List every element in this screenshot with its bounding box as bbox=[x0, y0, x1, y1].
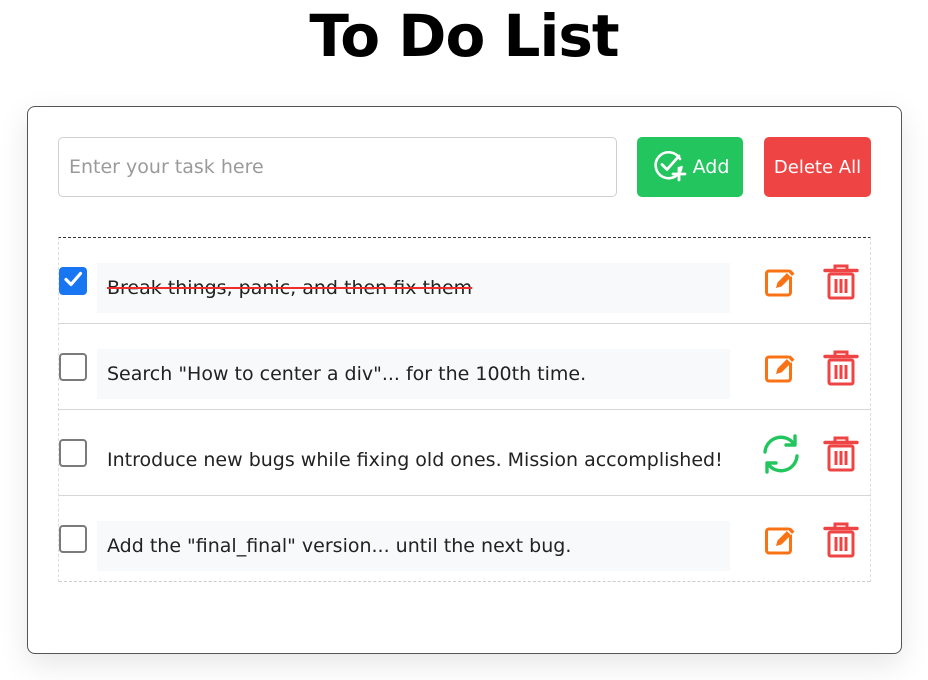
trash-icon bbox=[823, 435, 859, 477]
edit-task-button[interactable] bbox=[759, 348, 803, 392]
task-text: Break things, panic, and then fix them bbox=[97, 263, 730, 313]
task-row: Add the "final_final" version... until t… bbox=[59, 496, 870, 582]
add-task-icon bbox=[651, 147, 687, 188]
task-text: Introduce new bugs while fixing old ones… bbox=[107, 449, 723, 471]
edit-task-button[interactable] bbox=[759, 520, 803, 564]
delete-task-button[interactable] bbox=[819, 262, 863, 306]
todo-card: Add Delete All Break things, panic, and … bbox=[27, 106, 902, 654]
task-list: Break things, panic, and then fix them Se… bbox=[58, 237, 871, 582]
delete-task-button[interactable] bbox=[819, 434, 863, 478]
edit-task-button[interactable] bbox=[759, 262, 803, 306]
trash-icon bbox=[823, 263, 859, 305]
check-icon bbox=[62, 268, 84, 294]
page-title: To Do List bbox=[309, 2, 619, 70]
delete-task-button[interactable] bbox=[819, 520, 863, 564]
task-checkbox[interactable] bbox=[59, 439, 87, 467]
refresh-icon bbox=[759, 432, 803, 480]
trash-icon bbox=[823, 521, 859, 563]
task-row: Break things, panic, and then fix them bbox=[59, 238, 870, 324]
delete-all-button[interactable]: Delete All bbox=[764, 137, 871, 197]
add-button-label: Add bbox=[692, 156, 730, 178]
task-checkbox[interactable] bbox=[59, 267, 87, 295]
task-row: Introduce new bugs while fixing old ones… bbox=[59, 410, 870, 496]
update-task-button[interactable] bbox=[759, 434, 803, 478]
task-input[interactable] bbox=[58, 137, 617, 197]
task-checkbox[interactable] bbox=[59, 353, 87, 381]
trash-icon bbox=[823, 349, 859, 391]
task-checkbox[interactable] bbox=[59, 525, 87, 553]
task-row: Search "How to center a div"... for the … bbox=[59, 324, 870, 410]
task-text: Add the "final_final" version... until t… bbox=[97, 521, 730, 571]
edit-icon bbox=[763, 522, 799, 562]
add-button[interactable]: Add bbox=[637, 137, 743, 197]
delete-task-button[interactable] bbox=[819, 348, 863, 392]
edit-icon bbox=[763, 264, 799, 304]
task-text: Search "How to center a div"... for the … bbox=[97, 349, 730, 399]
edit-icon bbox=[763, 350, 799, 390]
